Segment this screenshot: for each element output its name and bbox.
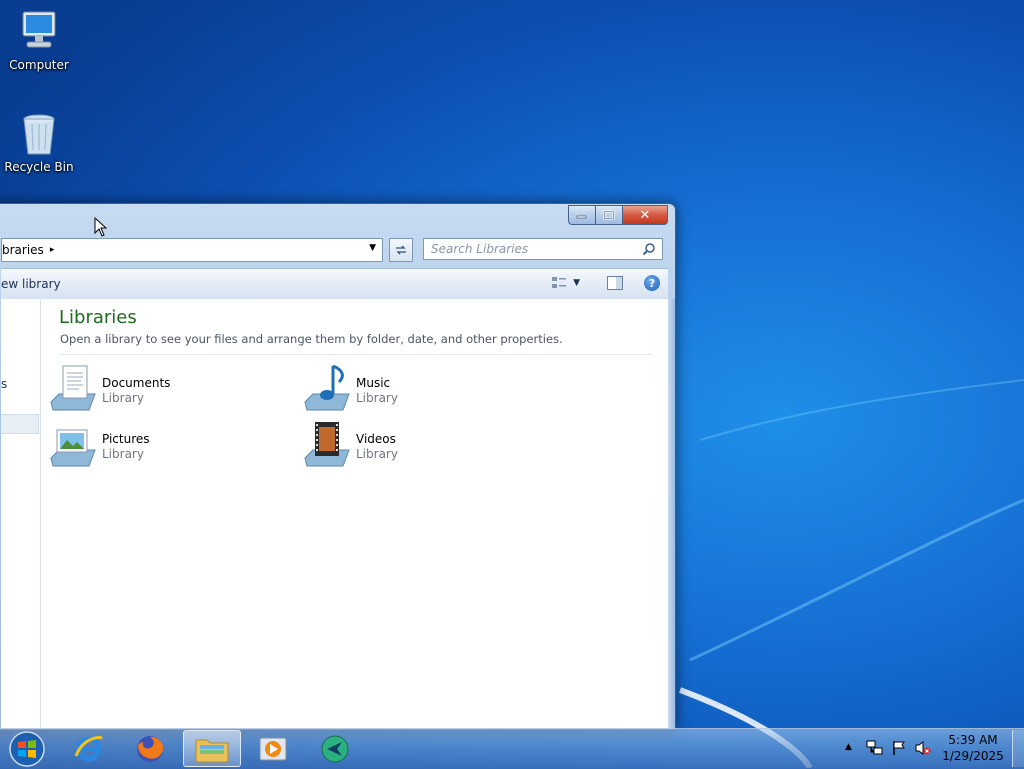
taskbar-internet-explorer[interactable] bbox=[60, 730, 118, 767]
command-bar: ew library ▼ ? bbox=[1, 268, 668, 300]
desktop-icon-label: Recycle Bin bbox=[4, 160, 74, 174]
clock-date: 1/29/2025 bbox=[942, 749, 1004, 763]
start-button[interactable] bbox=[0, 730, 54, 767]
new-library-button[interactable]: ew library bbox=[1, 277, 61, 291]
videos-library-icon bbox=[303, 420, 353, 468]
address-row: braries ▸ ▼ Search Libraries bbox=[0, 238, 675, 262]
desktop-icon-computer[interactable]: Computer bbox=[0, 8, 78, 72]
library-name: Documents bbox=[102, 376, 171, 390]
network-icon[interactable] bbox=[866, 740, 884, 756]
documents-library-icon bbox=[49, 364, 99, 412]
change-view-button[interactable]: ▼ bbox=[551, 276, 580, 290]
breadcrumb-chevron-icon[interactable]: ▸ bbox=[50, 245, 55, 255]
music-library-icon bbox=[303, 364, 353, 412]
explorer-window: ✕ braries ▸ ▼ Search Libraries ew librar… bbox=[0, 203, 676, 730]
library-documents[interactable]: Documents Library bbox=[49, 364, 269, 414]
show-hidden-icons-icon[interactable]: ▲ bbox=[845, 742, 852, 752]
preview-pane-button[interactable] bbox=[607, 276, 623, 293]
navigation-pane: s bbox=[1, 299, 41, 729]
recycle-bin-icon bbox=[15, 110, 63, 158]
help-icon[interactable]: ? bbox=[644, 275, 660, 291]
view-options-icon bbox=[552, 277, 567, 288]
library-music[interactable]: Music Library bbox=[303, 364, 523, 414]
library-pictures[interactable]: Pictures Library bbox=[49, 420, 269, 470]
search-placeholder: Search Libraries bbox=[431, 242, 529, 256]
library-kind: Library bbox=[356, 447, 398, 461]
taskbar: ▲ 5:39 AM 1/29/2025 bbox=[0, 728, 1024, 769]
computer-icon bbox=[15, 8, 63, 56]
maximize-button[interactable] bbox=[595, 205, 622, 225]
volume-muted-icon[interactable] bbox=[914, 740, 932, 756]
search-input[interactable]: Search Libraries bbox=[423, 238, 663, 260]
page-subtitle: Open a library to see your files and arr… bbox=[60, 332, 563, 346]
pictures-library-icon bbox=[49, 420, 99, 468]
window-right-border bbox=[668, 299, 675, 729]
library-name: Music bbox=[356, 376, 391, 390]
clock-time: 5:39 AM bbox=[948, 733, 998, 747]
nav-item-selected[interactable] bbox=[1, 414, 39, 434]
caption-buttons: ✕ bbox=[568, 205, 668, 225]
refresh-button[interactable] bbox=[389, 238, 413, 262]
app-icon bbox=[321, 735, 349, 762]
address-bar[interactable]: braries ▸ ▼ bbox=[1, 238, 383, 262]
library-kind: Library bbox=[102, 447, 144, 461]
taskbar-app[interactable] bbox=[306, 730, 364, 767]
taskbar-firefox[interactable] bbox=[121, 730, 179, 767]
windows-logo-icon bbox=[9, 730, 45, 767]
firefox-icon bbox=[137, 735, 164, 762]
breadcrumb-libraries[interactable]: braries bbox=[2, 243, 44, 257]
minimize-button[interactable] bbox=[568, 205, 595, 225]
desktop-icon-recycle-bin[interactable]: Recycle Bin bbox=[0, 110, 78, 174]
page-title: Libraries bbox=[59, 307, 137, 328]
library-kind: Library bbox=[356, 391, 398, 405]
refresh-icon bbox=[396, 245, 406, 255]
search-icon[interactable] bbox=[642, 242, 656, 256]
mouse-cursor-icon bbox=[94, 217, 108, 237]
library-name: Videos bbox=[356, 432, 396, 446]
folder-icon bbox=[195, 739, 229, 762]
internet-explorer-icon bbox=[74, 735, 103, 761]
show-desktop-button[interactable] bbox=[1012, 730, 1024, 767]
library-kind: Library bbox=[102, 391, 144, 405]
desktop-icon-label: Computer bbox=[9, 58, 69, 72]
media-player-icon bbox=[259, 737, 287, 760]
clock[interactable]: 5:39 AM 1/29/2025 bbox=[940, 732, 1006, 764]
close-button[interactable]: ✕ bbox=[622, 205, 668, 225]
taskbar-windows-explorer[interactable] bbox=[183, 730, 241, 767]
action-center-flag-icon[interactable] bbox=[891, 740, 907, 756]
library-name: Pictures bbox=[102, 432, 150, 446]
nav-item-partial[interactable]: s bbox=[1, 377, 7, 391]
divider bbox=[59, 354, 652, 355]
preview-pane-icon bbox=[607, 276, 623, 290]
libraries-content: Libraries Open a library to see your fil… bbox=[41, 299, 668, 729]
taskbar-media-player[interactable] bbox=[244, 730, 302, 767]
address-dropdown-icon[interactable]: ▼ bbox=[369, 243, 376, 253]
library-videos[interactable]: Videos Library bbox=[303, 420, 523, 470]
view-dropdown-icon[interactable]: ▼ bbox=[573, 278, 580, 288]
